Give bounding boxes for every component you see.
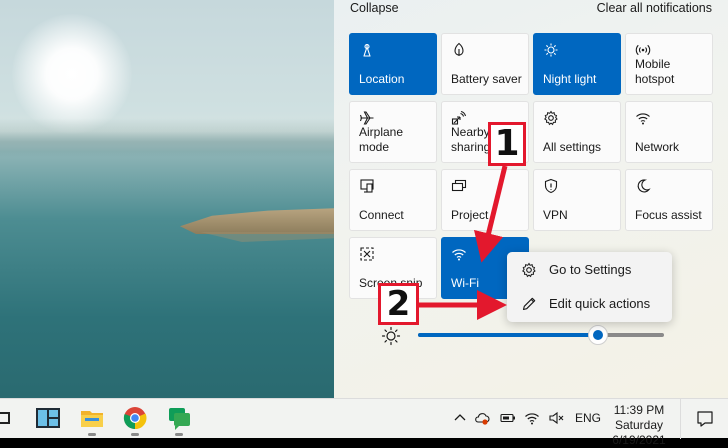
annotation-step-2: 2 [378, 283, 419, 325]
notifications-icon [697, 411, 713, 427]
annotation-step-1: 1 [488, 122, 526, 166]
battery-icon[interactable] [500, 410, 516, 426]
clock-date: 6/19/2021 [612, 433, 666, 447]
system-tray: ENG 11:39 PM Saturday 6/19/2021 [0, 399, 728, 447]
language-indicator[interactable]: ENG [575, 411, 601, 425]
taskbar: ENG 11:39 PM Saturday 6/19/2021 [0, 398, 728, 447]
annotation-arrow-1 [473, 165, 508, 263]
weather-cloud-icon[interactable] [474, 410, 490, 426]
volume-muted-icon[interactable] [548, 410, 564, 426]
chevron-up-icon[interactable] [452, 410, 468, 426]
clock-day: Saturday [614, 418, 664, 432]
notifications-button[interactable] [680, 399, 728, 439]
wifi-tray-icon[interactable] [524, 410, 540, 426]
taskbar-clock[interactable]: 11:39 PM Saturday 6/19/2021 [606, 403, 672, 448]
annotation-arrows [419, 165, 508, 320]
clock-time: 11:39 PM [613, 403, 665, 417]
